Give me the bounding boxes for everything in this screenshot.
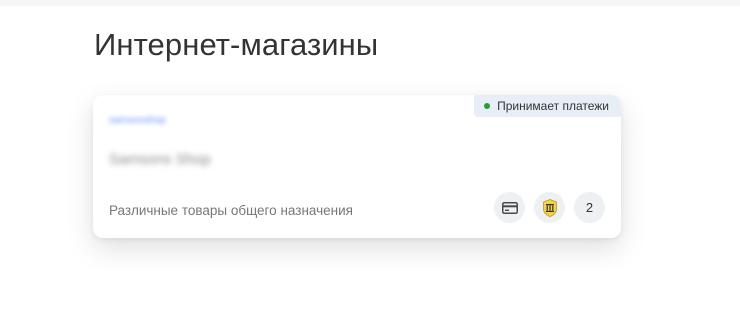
more-methods-count[interactable]: 2 <box>574 192 605 223</box>
card-icon <box>501 201 518 214</box>
shop-link[interactable]: samsonshop <box>109 115 166 126</box>
shop-card[interactable]: Принимает платежи samsonshop Samsons Sho… <box>93 95 621 238</box>
card-chip[interactable] <box>494 192 525 223</box>
top-strip <box>0 0 740 6</box>
bank-logo-icon <box>542 198 557 217</box>
payment-methods: 2 <box>494 192 605 223</box>
shop-description: Различные товары общего назначения <box>109 203 353 218</box>
bank-logo-chip[interactable] <box>534 192 565 223</box>
status-badge: Принимает платежи <box>474 95 621 117</box>
status-dot-icon <box>484 103 491 109</box>
shop-name[interactable]: Samsons Shop <box>109 151 211 168</box>
page-title: Интернет-магазины <box>94 27 379 62</box>
status-badge-label: Принимает платежи <box>497 99 609 113</box>
